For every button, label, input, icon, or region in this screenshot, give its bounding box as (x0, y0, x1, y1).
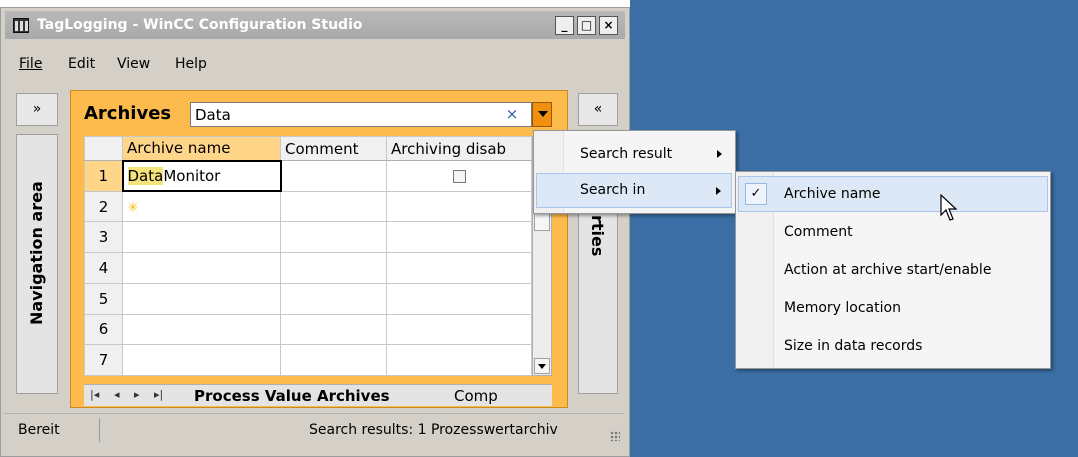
last-tab-icon[interactable]: ▸| (154, 388, 163, 401)
archive-name-cell[interactable]: ✳ (122, 190, 281, 223)
menu-help[interactable]: Help (175, 56, 207, 72)
collapse-properties-button[interactable]: « (578, 93, 618, 126)
status-ready: Bereit (18, 422, 60, 438)
resize-grip-icon[interactable] (610, 431, 620, 441)
row-header[interactable]: 4 (84, 252, 123, 284)
first-tab-icon[interactable]: |◂ (90, 388, 99, 401)
row-header[interactable]: 1 (84, 160, 123, 192)
properties-label: rties (588, 215, 607, 257)
menu-item-search-in[interactable]: Search in (536, 173, 732, 208)
expand-navigation-button[interactable]: » (16, 93, 58, 126)
title-bar[interactable]: TagLogging - WinCC Configuration Studio … (5, 11, 625, 39)
table-row[interactable]: 3 (84, 221, 532, 254)
archiving-disabled-checkbox[interactable] (452, 169, 466, 183)
column-header-comment[interactable]: Comment (280, 136, 387, 161)
search-options-dropdown-button[interactable] (532, 102, 552, 127)
app-icon (13, 18, 29, 33)
menu-edit[interactable]: Edit (68, 56, 95, 72)
archives-label: Archives (84, 103, 172, 124)
table-row[interactable]: 5 (84, 282, 532, 315)
status-search-results: Search results: 1 Prozesswertarchiv (309, 422, 558, 438)
archive-name-cell[interactable] (122, 221, 281, 254)
archiving-disabled-cell[interactable] (386, 190, 532, 223)
archives-table: Archive name Comment Archiving disab 1 D… (84, 136, 532, 376)
sheet-tab-bar: |◂ ◂ ▸ ▸| Process Value Archives Comp (84, 384, 552, 406)
search-in-submenu: ✓ Archive name Comment Action at archive… (735, 171, 1051, 369)
clear-search-icon[interactable]: × (500, 104, 524, 125)
search-options-menu: Search result Search in (533, 130, 736, 214)
column-header-archive-name[interactable]: Archive name (122, 136, 281, 161)
navigation-area-label: Navigation area (27, 181, 46, 325)
maximize-button[interactable]: □ (577, 16, 596, 35)
archive-name-cell[interactable]: DataMonitor (121, 159, 282, 193)
comment-cell[interactable] (280, 313, 387, 346)
search-match-highlight: Data (127, 166, 164, 185)
menu-view[interactable]: View (117, 56, 150, 72)
archiving-disabled-cell[interactable] (386, 252, 532, 284)
menu-item-archive-name[interactable]: ✓ Archive name (738, 176, 1048, 212)
check-icon: ✓ (745, 183, 767, 205)
row-header[interactable]: 2 (84, 190, 123, 223)
row-header[interactable]: 7 (84, 344, 123, 376)
menu-item-search-result[interactable]: Search result (536, 137, 732, 172)
submenu-arrow-icon (716, 187, 721, 195)
comment-cell[interactable] (280, 190, 387, 223)
comment-cell[interactable] (280, 252, 387, 284)
tab-process-value-archives[interactable]: Process Value Archives (194, 387, 390, 405)
previous-tab-icon[interactable]: ◂ (114, 388, 120, 401)
minimize-button[interactable]: _ (555, 16, 574, 35)
row-header[interactable]: 6 (84, 313, 123, 346)
comment-cell[interactable] (280, 282, 387, 315)
status-separator (99, 418, 100, 442)
close-button[interactable]: × (599, 16, 618, 35)
menu-item-action-at-archive-start[interactable]: Action at archive start/enable (738, 252, 1048, 288)
archiving-disabled-cell[interactable] (386, 344, 532, 376)
submenu-arrow-icon (717, 150, 722, 158)
navigation-area-strip[interactable]: Navigation area (16, 134, 58, 394)
search-input[interactable]: Data (190, 102, 532, 127)
table-row[interactable]: 4 (84, 252, 532, 284)
menu-file[interactable]: File (19, 56, 42, 72)
corner-header[interactable] (84, 136, 123, 161)
next-tab-icon[interactable]: ▸ (134, 388, 140, 401)
table-row[interactable]: 1 DataMonitor (84, 159, 532, 193)
comment-cell[interactable] (280, 344, 387, 376)
archive-name-cell[interactable] (122, 282, 281, 315)
archiving-disabled-cell[interactable] (386, 221, 532, 254)
menu-item-size-in-data-records[interactable]: Size in data records (738, 328, 1048, 364)
archiving-disabled-cell[interactable] (386, 313, 532, 346)
archiving-disabled-cell[interactable] (386, 282, 532, 315)
tab-compressed-archives[interactable]: Comp (454, 387, 498, 405)
archiving-disabled-cell[interactable] (386, 160, 532, 192)
row-header[interactable]: 3 (84, 221, 123, 254)
table-row[interactable]: 7 (84, 344, 532, 376)
new-row-star-icon: ✳ (127, 199, 139, 216)
status-bar: Bereit Search results: 1 Prozesswertarch… (4, 413, 624, 445)
comment-cell[interactable] (280, 221, 387, 254)
archive-name-cell[interactable] (122, 313, 281, 346)
menu-item-comment[interactable]: Comment (738, 214, 1048, 250)
archive-name-cell[interactable] (122, 344, 281, 376)
table-row[interactable]: 2 ✳ (84, 190, 532, 223)
row-header[interactable]: 5 (84, 282, 123, 315)
table-row[interactable]: 6 (84, 313, 532, 346)
scroll-down-arrow-icon[interactable] (534, 358, 550, 374)
column-header-archiving-disabled[interactable]: Archiving disab (386, 136, 532, 161)
archive-name-cell[interactable] (122, 252, 281, 284)
menu-item-memory-location[interactable]: Memory location (738, 290, 1048, 326)
mouse-pointer-icon (940, 194, 958, 221)
window-title: TagLogging - WinCC Configuration Studio (37, 17, 363, 33)
comment-cell[interactable] (280, 160, 387, 192)
